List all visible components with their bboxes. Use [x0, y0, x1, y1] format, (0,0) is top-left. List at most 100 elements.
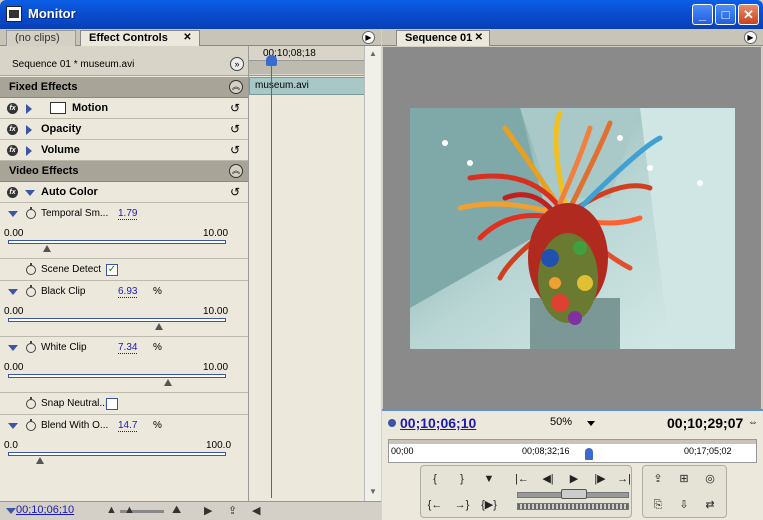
effect-row-motion[interactable]: fx Motion ↺: [0, 98, 248, 119]
scene-detect-checkbox[interactable]: ✓: [106, 264, 118, 276]
tab-sequence-label: Sequence 01: [405, 32, 473, 44]
monitor-time-ruler[interactable]: 00;00 00;08;32;16 00;17;05;02: [388, 439, 757, 463]
overlay-icon[interactable]: ⇩: [673, 496, 695, 514]
reset-icon[interactable]: ↺: [230, 122, 240, 136]
stopwatch-icon[interactable]: [26, 419, 36, 431]
fx-toggle-icon[interactable]: fx: [7, 124, 18, 135]
playhead-line[interactable]: [271, 58, 272, 498]
stopwatch-icon[interactable]: [26, 341, 36, 353]
mark-in-icon[interactable]: {: [424, 470, 446, 488]
shuttle-handle[interactable]: [561, 489, 587, 499]
stopwatch-icon[interactable]: [26, 285, 36, 297]
expand-triangle-icon[interactable]: [26, 125, 32, 135]
reset-icon[interactable]: ↺: [230, 101, 240, 115]
panel-menu-icon[interactable]: ▶: [744, 31, 757, 44]
param-unit: %: [153, 420, 162, 431]
play-audio-icon[interactable]: ▶: [204, 504, 212, 517]
param-value[interactable]: 7.34: [118, 342, 138, 354]
collapse-triangle-icon[interactable]: [25, 190, 35, 196]
slider-track[interactable]: [8, 374, 226, 378]
zoom-out-icon[interactable]: ▲: [106, 504, 117, 516]
output-icon[interactable]: ◎: [699, 470, 721, 488]
slider-track[interactable]: [8, 318, 226, 322]
export-icon[interactable]: ⇪: [228, 504, 237, 517]
tab-sequence[interactable]: Sequence 01 ✕: [396, 30, 490, 46]
zoom-level[interactable]: 50%: [550, 416, 572, 428]
go-to-out-icon[interactable]: →|: [613, 470, 635, 488]
collapse-triangle-icon[interactable]: [8, 289, 18, 295]
play-in-to-out-icon[interactable]: {▶}: [478, 496, 500, 514]
tab-effect-controls[interactable]: Effect Controls ✕: [80, 30, 200, 46]
effect-row-auto-color[interactable]: fx Auto Color ↺: [0, 182, 248, 203]
stopwatch-icon[interactable]: [26, 263, 36, 275]
go-to-next-edit-icon[interactable]: →}: [451, 496, 473, 514]
zoom-thumb-icon[interactable]: ▲: [124, 504, 135, 516]
tab-close-icon[interactable]: ✕: [182, 33, 193, 44]
collapse-triangle-icon[interactable]: [8, 423, 18, 429]
param-name: Scene Detect: [41, 264, 102, 275]
scroll-up-icon[interactable]: ▲: [367, 48, 379, 60]
scroll-down-icon[interactable]: ▼: [367, 486, 379, 498]
collapse-triangle-icon[interactable]: [8, 211, 18, 217]
panel-menu-icon[interactable]: ▶: [362, 31, 375, 44]
zoom-dropdown-icon[interactable]: [587, 421, 595, 426]
effect-name: Volume: [41, 144, 80, 156]
collapse-triangle-icon[interactable]: [8, 345, 18, 351]
mark-out-icon[interactable]: }: [451, 470, 473, 488]
collapse-up-icon[interactable]: ︽: [229, 164, 243, 178]
close-button[interactable]: ✕: [738, 4, 759, 25]
maximize-button[interactable]: □: [715, 4, 736, 25]
go-to-in-icon[interactable]: |←: [511, 470, 533, 488]
effect-row-opacity[interactable]: fx Opacity ↺: [0, 119, 248, 140]
play-icon[interactable]: ▶: [563, 470, 585, 488]
playhead-marker-icon[interactable]: [585, 448, 593, 460]
slider-thumb[interactable]: [36, 457, 45, 464]
param-value[interactable]: 6.93: [118, 286, 138, 298]
collapse-up-icon[interactable]: ︽: [229, 80, 243, 94]
param-value[interactable]: 14.7: [118, 420, 138, 432]
scroll-left-icon[interactable]: ◀: [252, 504, 260, 517]
timeline-clip[interactable]: museum.avi: [249, 77, 365, 95]
show-timeline-button[interactable]: »: [230, 57, 244, 71]
slider-thumb[interactable]: [164, 379, 172, 386]
param-value[interactable]: 1.79: [118, 208, 138, 220]
slider-track[interactable]: [8, 240, 226, 244]
tab-source[interactable]: (no clips): [6, 30, 76, 46]
slider-track[interactable]: [8, 452, 226, 456]
expand-triangle-icon[interactable]: [26, 104, 32, 114]
motion-transform-icon[interactable]: [50, 102, 66, 114]
step-forward-icon[interactable]: |▶: [589, 470, 611, 488]
jog-wheel[interactable]: [517, 503, 629, 510]
go-to-prev-edit-icon[interactable]: {←: [424, 496, 446, 514]
zoom-in-icon[interactable]: ⛰: [172, 504, 181, 517]
reset-icon[interactable]: ↺: [230, 143, 240, 157]
monitor-current-timecode[interactable]: 00;10;06;10: [400, 415, 476, 431]
set-marker-icon[interactable]: ▼: [478, 470, 500, 488]
step-back-icon[interactable]: ◀|: [537, 470, 559, 488]
trim-icon[interactable]: ⇄: [699, 496, 721, 514]
reset-icon[interactable]: ↺: [230, 185, 240, 199]
minimize-button[interactable]: _: [692, 4, 713, 25]
expand-triangle-icon[interactable]: [26, 146, 32, 156]
stopwatch-icon[interactable]: [26, 207, 36, 219]
vertical-scrollbar[interactable]: ▲ ▼: [364, 46, 381, 501]
slider-thumb[interactable]: [155, 323, 164, 330]
video-effects-label: Video Effects: [9, 165, 79, 177]
effect-timeline[interactable]: 00;10;08;18 museum.avi: [248, 46, 365, 501]
current-timecode[interactable]: 00;10;06;10: [16, 504, 74, 516]
safe-margins-icon[interactable]: ⊞: [673, 470, 695, 488]
insert-icon[interactable]: ⎘: [647, 496, 669, 514]
fx-toggle-icon[interactable]: fx: [7, 145, 18, 156]
ruler-zoom-bar[interactable]: [389, 440, 756, 444]
slider-thumb[interactable]: [43, 245, 52, 252]
fx-toggle-icon[interactable]: fx: [7, 187, 18, 198]
playhead-marker-icon[interactable]: [266, 55, 277, 66]
effect-row-volume[interactable]: fx Volume ↺: [0, 140, 248, 161]
fx-toggle-icon[interactable]: fx: [7, 103, 18, 114]
video-viewer[interactable]: [383, 47, 761, 409]
stopwatch-icon[interactable]: [26, 397, 36, 409]
sequence-clip-row: Sequence 01 * museum.avi »: [0, 46, 248, 76]
tab-close-icon[interactable]: ✕: [475, 33, 483, 43]
snap-neutral-checkbox[interactable]: [106, 398, 118, 410]
lift-icon[interactable]: ⇪: [647, 470, 669, 488]
